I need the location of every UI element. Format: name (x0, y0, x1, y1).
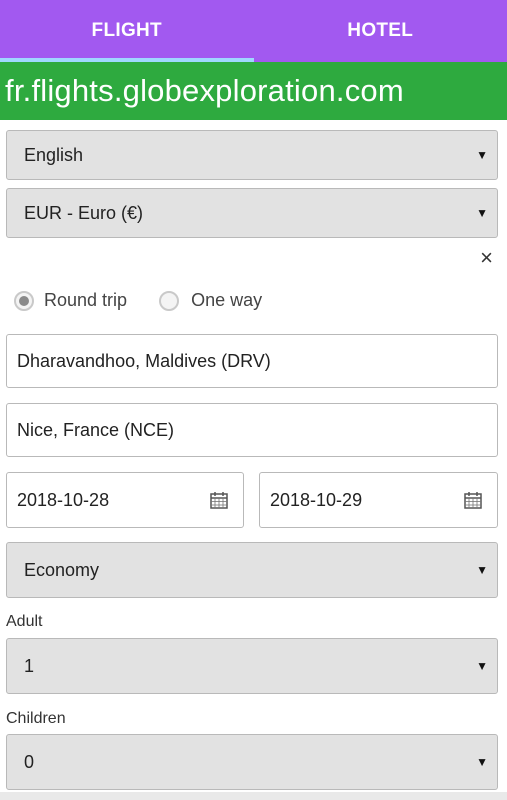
children-select[interactable]: 0 ▼ (6, 734, 498, 790)
trip-type-group: Round trip One way (14, 290, 262, 311)
cabin-class-value: Economy (24, 559, 100, 580)
round-trip-radio[interactable] (14, 290, 34, 311)
language-select[interactable]: English ▼ (6, 130, 498, 180)
children-select-value: 0 (24, 751, 35, 772)
chevron-down-icon: ▼ (476, 148, 488, 162)
currency-select-value: EUR - Euro (€) (24, 202, 144, 223)
domain-banner: fr.flights.globexploration.com (0, 62, 507, 120)
destination-input-value: Nice, France (NCE) (17, 419, 175, 440)
origin-input[interactable]: Dharavandhoo, Maldives (DRV) (6, 334, 498, 388)
domain-text: fr.flights.globexploration.com (5, 73, 404, 108)
tab-flight-label: FLIGHT (91, 20, 162, 41)
tab-bar: FLIGHT HOTEL (0, 0, 507, 62)
cabin-class-select[interactable]: Economy ▼ (6, 542, 498, 598)
chevron-down-icon: ▼ (476, 659, 488, 673)
adult-select[interactable]: 1 ▼ (6, 638, 498, 694)
tab-flight[interactable]: FLIGHT (0, 0, 254, 62)
tab-hotel[interactable]: HOTEL (254, 0, 507, 62)
tab-hotel-label: HOTEL (347, 20, 414, 41)
return-date-input[interactable]: 2018-10-29 (259, 472, 498, 528)
language-select-value: English (24, 144, 84, 165)
close-icon[interactable]: × (480, 247, 493, 269)
currency-select[interactable]: EUR - Euro (€) ▼ (6, 188, 498, 238)
origin-input-value: Dharavandhoo, Maldives (DRV) (17, 350, 271, 371)
depart-date-input[interactable]: 2018-10-28 (6, 472, 244, 528)
children-label: Children (6, 710, 66, 727)
bottom-divider (0, 792, 507, 800)
adult-select-value: 1 (24, 655, 35, 676)
one-way-label[interactable]: One way (191, 290, 262, 311)
return-date-value: 2018-10-29 (270, 489, 363, 510)
one-way-radio[interactable] (159, 290, 180, 311)
depart-date-value: 2018-10-28 (17, 489, 110, 510)
chevron-down-icon: ▼ (476, 206, 488, 220)
adult-label: Adult (6, 613, 43, 630)
chevron-down-icon: ▼ (476, 563, 488, 577)
chevron-down-icon: ▼ (476, 755, 488, 769)
destination-input[interactable]: Nice, France (NCE) (6, 403, 498, 457)
calendar-icon[interactable] (463, 490, 483, 510)
round-trip-label[interactable]: Round trip (44, 290, 127, 311)
calendar-icon[interactable] (209, 490, 229, 510)
